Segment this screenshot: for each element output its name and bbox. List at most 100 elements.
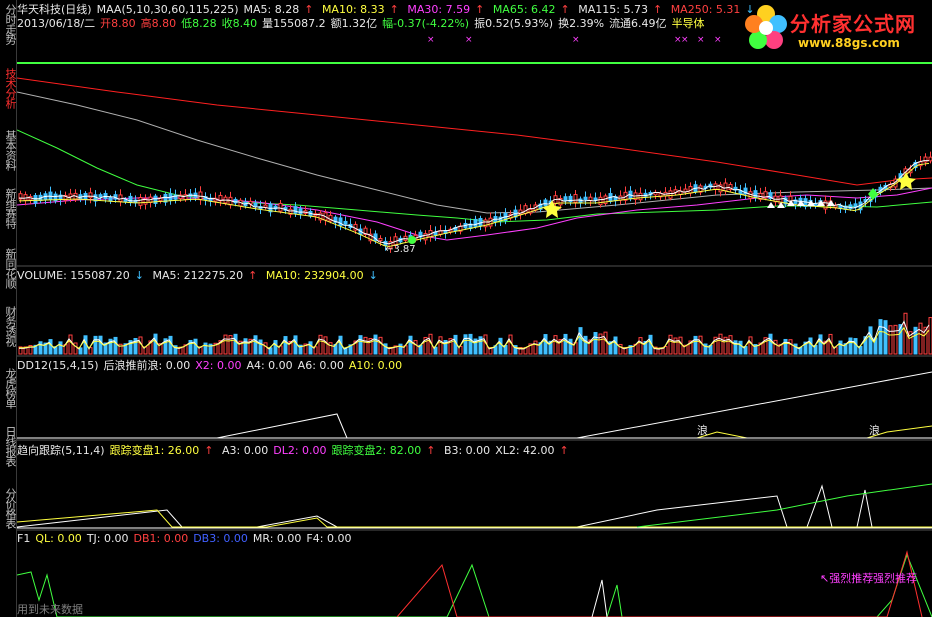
volume-bar (498, 337, 503, 355)
candle (98, 194, 103, 198)
strong-recommend-signal-1: ↖强烈推荐 (820, 572, 874, 585)
volume-bar (788, 339, 793, 355)
dd12-line-2 (696, 425, 932, 439)
candle (253, 202, 258, 207)
kline-chart[interactable]: × × × × × × × (17, 0, 932, 617)
candle (298, 208, 303, 215)
trend-b3: B3: 0.00 (443, 444, 491, 457)
volume-bar (878, 319, 883, 355)
volume-bar (783, 338, 788, 355)
tab-xinweisaite[interactable]: 新维赛特 (0, 188, 17, 228)
trend-gz2: 跟踪变盘2: 82.00 (331, 444, 422, 457)
volume-bar (413, 340, 418, 355)
tab-intraday[interactable]: 分时走势 (0, 4, 17, 44)
volume-bar (363, 336, 368, 355)
f1-mr: MR: 0.00 (252, 532, 302, 545)
volume-bar (533, 340, 538, 355)
volume-bar (768, 333, 773, 355)
candle (923, 156, 928, 163)
candlestick-series (18, 151, 932, 253)
dd12-hltqt: 后浪推前浪: 0.00 (103, 359, 191, 372)
candle (88, 192, 93, 199)
volume-bar (73, 342, 78, 355)
volume-bar (698, 335, 703, 355)
volume-bar (703, 343, 708, 355)
volume-bar (38, 341, 43, 355)
volume-ma5: MA5: 212275.20 (152, 269, 244, 282)
volume-bar (613, 336, 618, 355)
tab-daily-report[interactable]: 日线报表 (0, 426, 17, 466)
volume-bar (888, 325, 893, 355)
candle (543, 199, 548, 207)
tab-dragon-tiger[interactable]: 龙虎榜单 (0, 368, 17, 408)
svg-text:×: × (572, 35, 580, 45)
volume-bar (373, 334, 378, 355)
trend-line-yellow (17, 509, 932, 528)
tab-price-table[interactable]: 分价格表 (0, 488, 17, 528)
volume-bar (583, 335, 588, 355)
volume-bar (738, 340, 743, 355)
volume-bar (358, 335, 363, 355)
f1-f4: F4: 0.00 (306, 532, 352, 545)
volume-bar (563, 333, 568, 355)
chart-area[interactable]: 华天科技(日线) MAA(5,10,30,60,115,225) MA5: 8.28… (17, 0, 932, 617)
dd12-x2: X2: 0.00 (195, 359, 242, 372)
volume-bar (438, 336, 443, 355)
tab-basic-info[interactable]: 基本资料 (0, 130, 17, 170)
volume-bar (693, 335, 698, 355)
volume-bar (728, 335, 733, 355)
volume-bar (773, 339, 778, 355)
volume-bar (463, 334, 468, 355)
volume-bar (733, 340, 738, 355)
candle (233, 198, 238, 204)
volume-bar (168, 335, 173, 355)
up-arrow-icon: ↑ (559, 444, 569, 457)
volume-bar (818, 334, 823, 355)
left-tab-sidebar: 分时走势 技术分析 基本资料 新维赛特 新同花顺 财务透视 龙虎榜单 日线报表 … (0, 0, 17, 617)
volume-ma10: MA10: 232904.00 (265, 269, 364, 282)
volume-bar (578, 327, 583, 355)
low-price-marker: ←3.87 (385, 244, 416, 255)
volume-bar (383, 343, 388, 355)
svg-text:×: × (465, 35, 473, 45)
volume-bar (853, 338, 858, 355)
candle (523, 205, 528, 215)
up-arrow-icon: ↑ (248, 269, 258, 282)
f1-header: F1 QL: 0.00 TJ: 0.00 DB1: 0.00 DB3: 0.00 MR: … (17, 532, 356, 546)
f1-tj: TJ: 0.00 (86, 532, 129, 545)
volume-bar (323, 336, 328, 355)
svg-text:×: × (697, 35, 705, 45)
candle (378, 238, 383, 242)
candle (33, 194, 38, 204)
volume-bar (308, 341, 313, 355)
volume-bar (153, 333, 158, 355)
volume-bar (748, 336, 753, 355)
volume-bar (868, 326, 873, 355)
volume-bar (603, 331, 608, 355)
volume-bar (618, 343, 623, 355)
volume-bar (263, 342, 268, 355)
tab-tonghuashun[interactable]: 新同花顺 (0, 248, 17, 288)
wave-label-2: 浪 (869, 424, 880, 437)
svg-text:×: × (427, 35, 435, 45)
volume-bar (638, 337, 643, 355)
future-data-note: 用到未来数据 (17, 603, 83, 616)
candle (583, 196, 588, 201)
dd12-a10: A10: 0.00 (348, 359, 403, 372)
tab-financial[interactable]: 财务透视 (0, 306, 17, 346)
volume-bar (668, 334, 673, 355)
volume-bar (593, 332, 598, 355)
volume-bar (98, 335, 103, 355)
volume-bar (378, 336, 383, 355)
volume-bar (893, 324, 898, 355)
volume-bar (93, 335, 98, 355)
f1-line-green (17, 553, 932, 617)
f1-line-white (591, 579, 608, 617)
up-arrow-icon: ↑ (426, 444, 436, 457)
svg-text:×: × (714, 35, 722, 45)
tab-technical-analysis[interactable]: 技术分析 (0, 68, 17, 108)
trend-xl2: XL2: 42.00 (495, 444, 555, 457)
candle (108, 196, 113, 202)
volume-bar (193, 338, 198, 355)
down-arrow-icon: ↓ (134, 269, 144, 282)
